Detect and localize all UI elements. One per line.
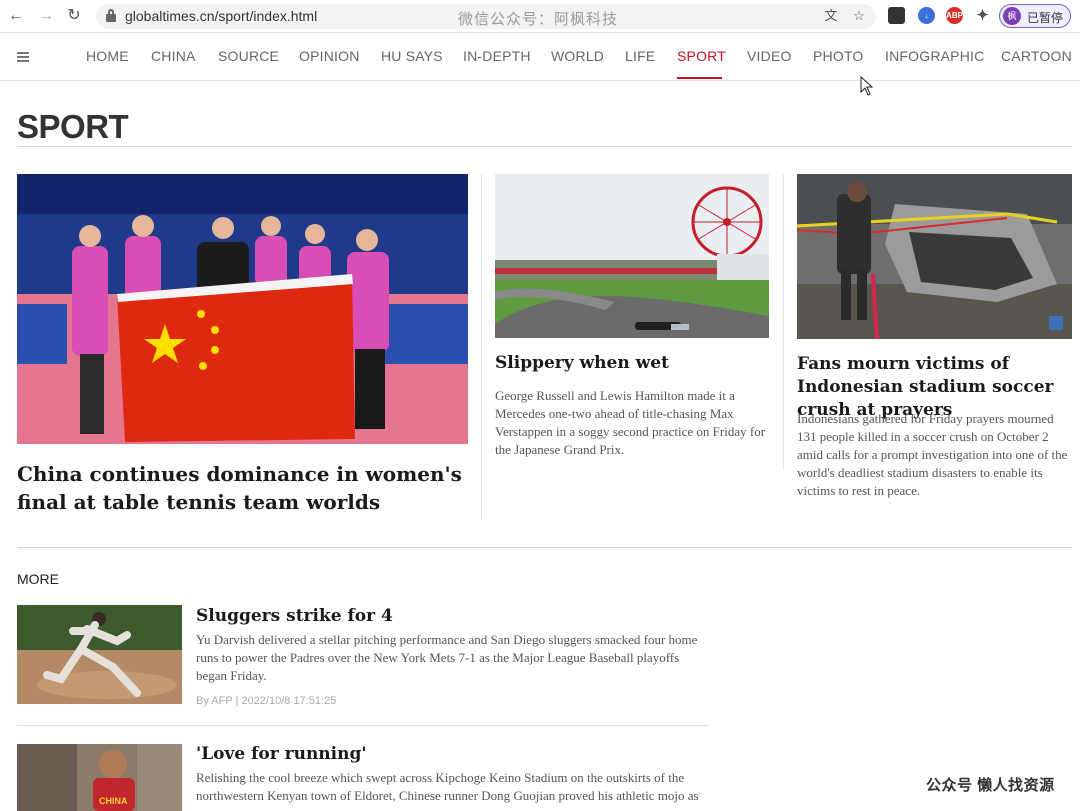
watermark-bottom: 公众号 懒人找资源	[926, 777, 1055, 794]
title-divider	[17, 146, 1072, 147]
svg-text:CHINA: CHINA	[99, 796, 128, 806]
bookmark-star-icon[interactable]: ☆	[850, 7, 868, 25]
featured-headline-1[interactable]: China continues dominance in women's fin…	[17, 460, 468, 516]
nav-in-depth[interactable]: IN-DEPTH	[463, 48, 531, 64]
menu-icon[interactable]	[17, 52, 29, 63]
nav-sport[interactable]: SPORT	[677, 48, 726, 64]
profile-button[interactable]: 枫 已暂停	[999, 4, 1071, 28]
nav-opinion[interactable]: OPINION	[299, 48, 360, 64]
more-headline-2[interactable]: 'Love for running'	[196, 744, 367, 764]
address-bar[interactable]: globaltimes.cn/sport/index.html 微信公众号：阿枫…	[96, 4, 876, 29]
avatar: 枫	[1003, 7, 1021, 25]
extension-download-icon[interactable]: ↓	[918, 7, 935, 24]
featured-image-table-tennis[interactable]	[17, 174, 468, 444]
featured-headline-2[interactable]: Slippery when wet	[495, 352, 769, 375]
url-text[interactable]: globaltimes.cn/sport/index.html	[125, 8, 317, 24]
active-tab-indicator	[677, 77, 722, 79]
page-title: SPORT	[17, 108, 129, 145]
reload-icon[interactable]: ↻	[64, 6, 84, 26]
featured-image-grand-prix[interactable]	[495, 174, 769, 338]
more-byline-1: By AFP | 2022/10/8 17:51:25	[196, 695, 337, 707]
translate-icon[interactable]: 文	[822, 7, 840, 25]
featured-summary-2: George Russell and Lewis Hamilton made i…	[495, 388, 766, 457]
featured-summary-3: Indonesians gathered for Friday prayers …	[797, 411, 1068, 498]
adblock-label: ABP	[946, 11, 963, 20]
nav-home[interactable]: HOME	[86, 48, 129, 64]
extensions-puzzle-icon[interactable]: ✦	[974, 7, 991, 24]
section-divider	[17, 547, 1072, 548]
lock-icon	[106, 9, 116, 23]
more-image-runner[interactable]: CHINA	[17, 744, 182, 811]
nav-china[interactable]: CHINA	[151, 48, 196, 64]
more-summary-2: Relishing the cool breeze which swept ac…	[196, 770, 699, 803]
more-headline-1[interactable]: Sluggers strike for 4	[196, 606, 393, 626]
nav-life[interactable]: LIFE	[625, 48, 655, 64]
featured-image-stadium-crush[interactable]	[797, 174, 1072, 339]
back-icon[interactable]: ←	[6, 6, 26, 26]
column-divider	[481, 174, 482, 520]
profile-label: 已暂停	[1027, 11, 1064, 25]
browser-toolbar: ← → ↻ globaltimes.cn/sport/index.html 微信…	[0, 0, 1080, 33]
nav-cartoon[interactable]: CARTOON	[1001, 48, 1072, 64]
extension-reader-icon[interactable]	[888, 7, 905, 24]
mouse-cursor-icon	[860, 76, 874, 96]
nav-infographic[interactable]: INFOGRAPHIC	[885, 48, 984, 64]
more-image-baseball[interactable]	[17, 605, 182, 704]
more-summary-1: Yu Darvish delivered a stellar pitching …	[196, 632, 698, 683]
nav-hu-says[interactable]: HU SAYS	[381, 48, 443, 64]
site-nav: HOME CHINA SOURCE OPINION HU SAYS IN-DEP…	[0, 33, 1080, 81]
item-divider	[17, 725, 709, 726]
watermark-text: 微信公众号：阿枫科技	[458, 11, 619, 28]
nav-photo[interactable]: PHOTO	[813, 48, 864, 64]
nav-source[interactable]: SOURCE	[218, 48, 279, 64]
adblock-icon[interactable]: ABP	[946, 7, 963, 24]
nav-video[interactable]: VIDEO	[747, 48, 792, 64]
nav-world[interactable]: WORLD	[551, 48, 604, 64]
forward-icon[interactable]: →	[36, 6, 56, 26]
column-divider	[783, 174, 784, 470]
more-section-label: MORE	[17, 571, 59, 587]
